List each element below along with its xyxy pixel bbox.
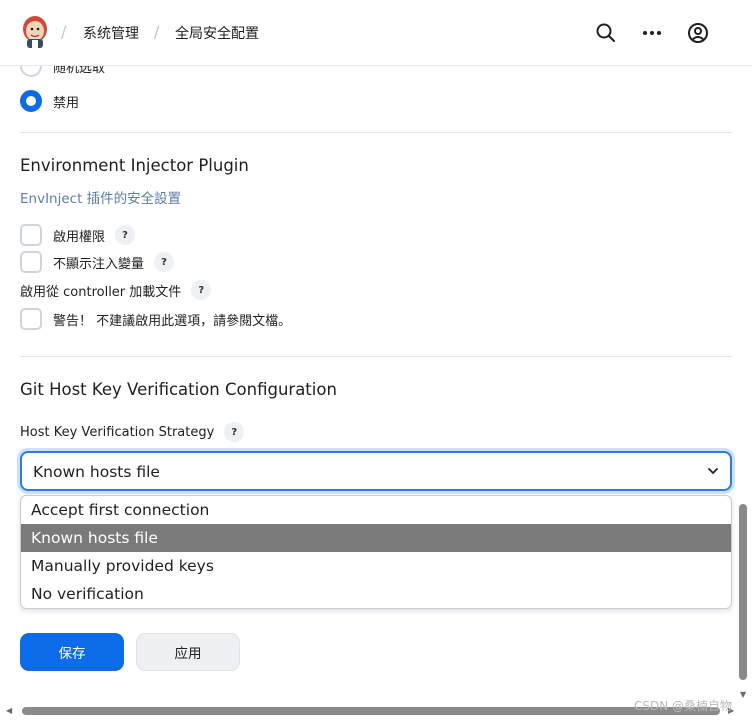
- strategy-label-row: Host Key Verification Strategy ?: [20, 422, 245, 442]
- horizontal-scrollbar-thumb[interactable]: [22, 707, 720, 715]
- option-manually-provided-keys[interactable]: Manually provided keys: [21, 552, 731, 580]
- git-host-key-title: Git Host Key Verification Configuration: [20, 380, 337, 399]
- option-known-hosts-file[interactable]: Known hosts file: [21, 524, 731, 552]
- warning-checkbox[interactable]: [20, 308, 42, 330]
- help-icon[interactable]: ?: [115, 225, 136, 245]
- help-icon[interactable]: ?: [154, 252, 175, 272]
- strategy-dropdown-list: Accept first connection Known hosts file…: [20, 495, 732, 609]
- strategy-label: Host Key Verification Strategy: [20, 424, 215, 440]
- user-icon[interactable]: [686, 21, 710, 45]
- warning-row[interactable]: 警告！ 不建議啟用此選項，請參閱文檔。: [20, 308, 291, 330]
- breadcrumb-separator: /: [61, 22, 67, 41]
- breadcrumb-global-security[interactable]: 全局安全配置: [175, 23, 259, 43]
- enable-permissions-row[interactable]: 啟用權限 ?: [20, 224, 136, 246]
- hide-injected-vars-row[interactable]: 不顯示注入變量 ?: [20, 251, 175, 273]
- hide-injected-vars-checkbox[interactable]: [20, 251, 42, 273]
- section-divider: [20, 132, 732, 133]
- scroll-down-arrow-icon[interactable]: ▼: [740, 690, 746, 699]
- save-button[interactable]: 保存: [20, 633, 124, 671]
- jenkins-logo-icon[interactable]: [20, 15, 50, 49]
- apply-button[interactable]: 应用: [136, 633, 240, 671]
- option-accept-first-connection[interactable]: Accept first connection: [21, 496, 731, 524]
- env-injector-subtitle: EnvInject 插件的安全設置: [20, 191, 182, 207]
- host-key-strategy-select[interactable]: Known hosts file: [20, 451, 732, 491]
- checkbox-label: 不顯示注入變量: [53, 256, 145, 272]
- radio-label: 禁用: [53, 95, 80, 111]
- env-injector-title: Environment Injector Plugin: [20, 156, 249, 175]
- breadcrumb-system-admin[interactable]: 系统管理: [83, 23, 139, 43]
- section-divider: [20, 356, 732, 357]
- option-no-verification[interactable]: No verification: [21, 580, 731, 608]
- top-header: / 系统管理 / 全局安全配置: [0, 0, 752, 66]
- help-icon[interactable]: ?: [224, 422, 245, 442]
- help-icon[interactable]: ?: [191, 280, 212, 300]
- load-from-controller-row: 啟用從 controller 加載文件 ?: [20, 280, 212, 300]
- radio-disable-option[interactable]: 禁用: [20, 90, 79, 112]
- more-icon[interactable]: [640, 21, 664, 45]
- scroll-left-arrow-icon[interactable]: ◀: [6, 706, 12, 715]
- vertical-scrollbar-thumb[interactable]: [739, 504, 747, 680]
- chevron-down-icon: [708, 468, 718, 474]
- radio-button-checked[interactable]: [20, 90, 42, 112]
- load-from-controller-label: 啟用從 controller 加載文件: [20, 284, 182, 300]
- search-icon[interactable]: [594, 21, 618, 45]
- enable-permissions-checkbox[interactable]: [20, 224, 42, 246]
- breadcrumb-separator: /: [154, 22, 160, 41]
- checkbox-label: 啟用權限: [53, 229, 106, 245]
- watermark: CSDN @桑楠自物: [634, 699, 733, 713]
- select-current-value: Known hosts file: [33, 463, 160, 481]
- warning-label: 警告！ 不建議啟用此選項，請參閱文檔。: [53, 313, 292, 329]
